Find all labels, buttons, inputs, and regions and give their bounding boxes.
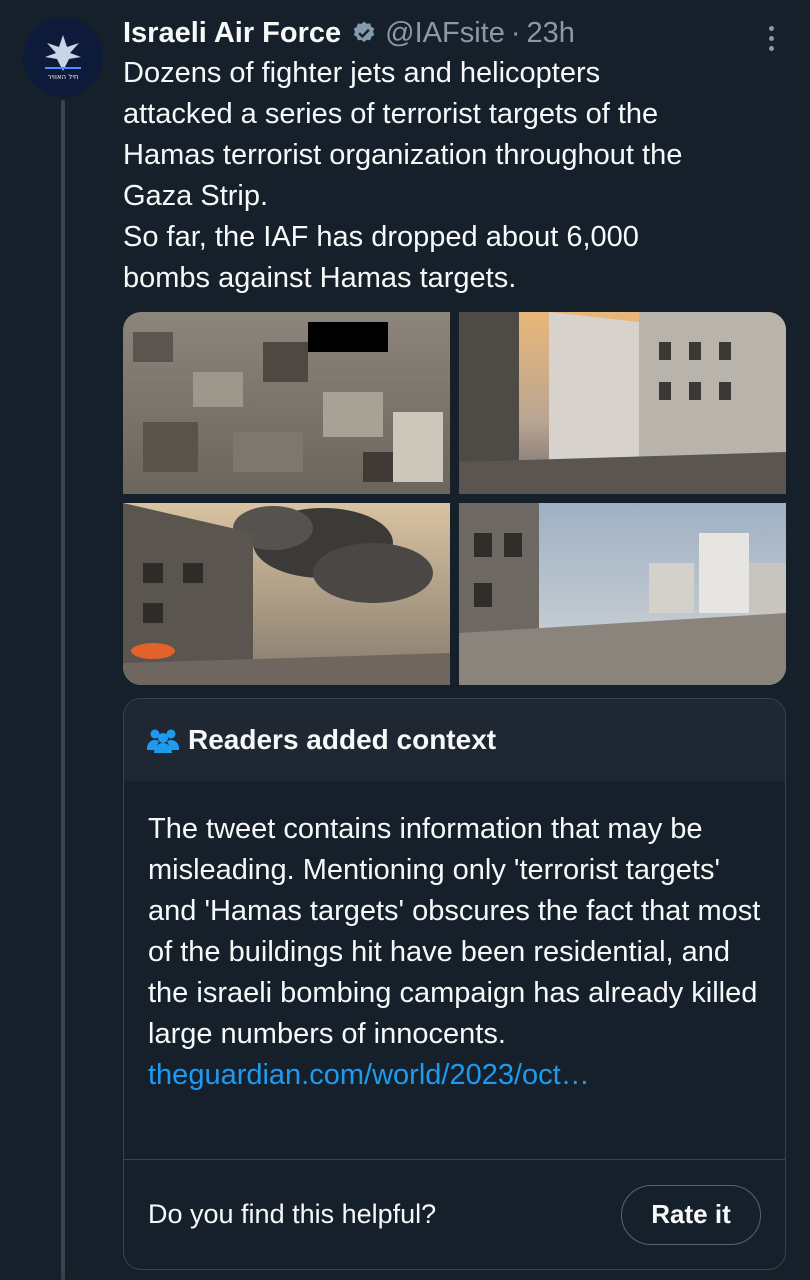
tweet-text: Dozens of fighter jets and helicopters a… xyxy=(123,57,683,294)
aerial-destruction-photo[interactable] xyxy=(123,312,450,494)
source-link[interactable]: theguardian.com/world/2023/oct… xyxy=(148,1055,761,1096)
thread-line xyxy=(61,100,65,1280)
rate-it-button[interactable]: Rate it xyxy=(621,1184,761,1245)
iaf-logo-icon: חיל האוויר xyxy=(23,17,103,97)
svg-text:חיל האוויר: חיל האוויר xyxy=(48,73,79,81)
timestamp[interactable]: 23h xyxy=(527,17,575,50)
tweet: Israeli Air Force @IAFsite · 23h Dozens … xyxy=(123,12,793,299)
helpful-question: Do you find this helpful? xyxy=(148,1199,437,1229)
author-handle[interactable]: @IAFsite xyxy=(385,17,505,50)
community-note-body-container: The tweet contains information that may … xyxy=(124,781,785,1096)
community-note-header[interactable]: Readers added context xyxy=(124,699,785,781)
community-note-title: Readers added context xyxy=(188,724,497,755)
community-note-footer: Do you find this helpful? Rate it xyxy=(124,1159,785,1269)
avatar[interactable]: חיל האוויר xyxy=(23,17,103,97)
smoke-and-fire-photo[interactable] xyxy=(123,503,450,685)
people-icon xyxy=(147,729,179,753)
community-note-body: The tweet contains information that may … xyxy=(148,813,761,1050)
rubble-street-photo[interactable] xyxy=(459,503,786,685)
street-ruins-photo[interactable] xyxy=(459,312,786,494)
more-options-icon[interactable] xyxy=(759,20,783,56)
author-name[interactable]: Israeli Air Force xyxy=(123,17,341,50)
community-note: Readers added context The tweet contains… xyxy=(123,698,786,1270)
header-separator: · xyxy=(510,16,521,49)
media-grid xyxy=(123,312,786,685)
verified-badge-icon[interactable] xyxy=(351,20,377,46)
tweet-header: Israeli Air Force @IAFsite · 23h xyxy=(123,12,793,54)
